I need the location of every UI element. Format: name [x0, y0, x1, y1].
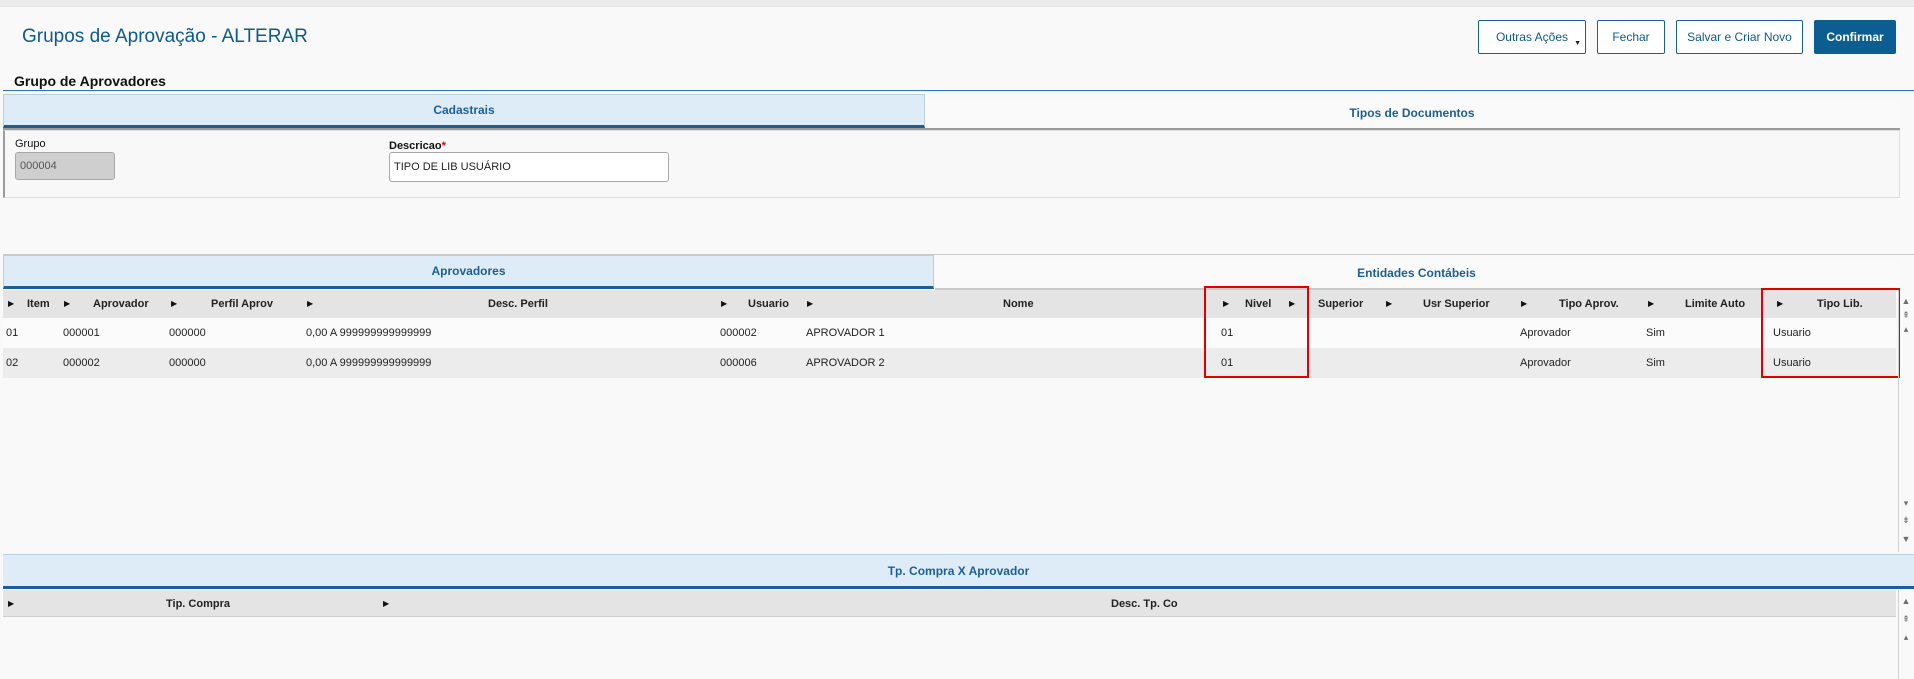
- cell-tipo-aprov: Aprovador: [1520, 357, 1571, 369]
- col-arrow-icon[interactable]: ▶: [8, 590, 14, 618]
- page-title: Grupos de Aprovação - ALTERAR: [22, 26, 308, 47]
- scroll-top-icon[interactable]: ▲: [1900, 594, 1912, 608]
- scroll-down-icon[interactable]: ▾: [1900, 496, 1912, 510]
- descricao-label: Descricao*: [389, 140, 446, 152]
- tab-entidades-contabeis[interactable]: Entidades Contábeis: [935, 258, 1898, 290]
- cell-aprovador: 000001: [63, 327, 100, 339]
- col-arrow-icon[interactable]: ▶: [307, 290, 313, 318]
- col-limite-auto[interactable]: Limite Auto: [1685, 290, 1745, 318]
- scroll-top-icon[interactable]: ▲: [1900, 294, 1912, 308]
- top-strip: [0, 0, 1914, 7]
- scroll-page-up-icon[interactable]: ⇞: [1900, 308, 1912, 322]
- cell-limite-auto: Sim: [1646, 327, 1665, 339]
- col-tipo-aprov[interactable]: Tipo Aprov.: [1559, 290, 1619, 318]
- section-title: Grupo de Aprovadores: [14, 73, 166, 89]
- cell-desc-perfil: 0,00 A 999999999999999: [306, 357, 432, 369]
- cell-aprovador: 000002: [63, 357, 100, 369]
- cell-usuario: 000002: [720, 327, 757, 339]
- outras-acoes-button[interactable]: Outras Ações ▼: [1478, 20, 1586, 54]
- scroll-up-icon[interactable]: ▴: [1900, 630, 1912, 644]
- descricao-label-text: Descricao: [389, 140, 442, 152]
- col-usr-superior[interactable]: Usr Superior: [1423, 290, 1490, 318]
- col-arrow-icon[interactable]: ▶: [807, 290, 813, 318]
- col-desc-tp-co[interactable]: Desc. Tp. Co: [1111, 590, 1178, 618]
- cell-perfil-aprov: 000000: [169, 327, 206, 339]
- cell-usuario: 000006: [720, 357, 757, 369]
- tab-tp-compra-x-aprovador[interactable]: Tp. Compra X Aprovador: [3, 554, 1914, 589]
- col-perfil-aprov[interactable]: Perfil Aprov: [211, 290, 273, 318]
- col-arrow-icon[interactable]: ▶: [721, 290, 727, 318]
- form-panel: [3, 130, 1900, 198]
- outras-acoes-label: Outras Ações: [1495, 30, 1569, 44]
- col-item[interactable]: Item: [27, 290, 50, 318]
- col-arrow-icon[interactable]: ▶: [1386, 290, 1392, 318]
- approvers-grid-header: ▶ Item ▶ Aprovador ▶ Perfil Aprov ▶ Desc…: [3, 290, 1896, 319]
- col-arrow-icon[interactable]: ▶: [171, 290, 177, 318]
- scroll-page-down-icon[interactable]: ⇟: [1900, 513, 1912, 527]
- fechar-button[interactable]: Fechar: [1597, 20, 1665, 54]
- table-row[interactable]: 01 000001 000000 0,00 A 999999999999999 …: [3, 318, 1896, 348]
- grupo-field[interactable]: 000004: [15, 152, 115, 180]
- scroll-page-up-icon[interactable]: ⇞: [1900, 612, 1912, 626]
- col-arrow-icon[interactable]: ▶: [1648, 290, 1654, 318]
- dropdown-caret-icon: ▼: [1574, 40, 1581, 47]
- grupo-label: Grupo: [15, 138, 46, 150]
- col-aprovador[interactable]: Aprovador: [93, 290, 149, 318]
- col-usuario[interactable]: Usuario: [748, 290, 789, 318]
- tab-aprovadores[interactable]: Aprovadores: [3, 255, 934, 289]
- required-mark: *: [441, 140, 446, 152]
- purchase-scrollbar-track: [1898, 590, 1899, 679]
- purchase-grid-header: ▶ Tip. Compra ▶ Desc. Tp. Co: [3, 590, 1896, 617]
- cell-item: 02: [6, 357, 19, 369]
- cell-nome: APROVADOR 1: [806, 327, 885, 339]
- cell-limite-auto: Sim: [1646, 357, 1665, 369]
- section-divider: [3, 90, 1914, 91]
- highlight-box-tipo-lib: [1761, 288, 1900, 378]
- salvar-criar-novo-button[interactable]: Salvar e Criar Novo: [1676, 20, 1803, 54]
- cell-nome: APROVADOR 2: [806, 357, 885, 369]
- col-arrow-icon[interactable]: ▶: [8, 290, 14, 318]
- tab-tipos-de-documentos[interactable]: Tipos de Documentos: [926, 98, 1898, 130]
- col-arrow-icon[interactable]: ▶: [64, 290, 70, 318]
- descricao-field[interactable]: TIPO DE LIB USUÁRIO: [389, 152, 669, 182]
- col-tip-compra[interactable]: Tip. Compra: [166, 590, 230, 618]
- scroll-bottom-icon[interactable]: ▼: [1900, 532, 1912, 546]
- col-desc-perfil[interactable]: Desc. Perfil: [488, 290, 548, 318]
- cell-item: 01: [6, 327, 19, 339]
- cell-tipo-aprov: Aprovador: [1520, 327, 1571, 339]
- highlight-box-nivel: [1204, 286, 1309, 378]
- confirmar-button[interactable]: Confirmar: [1814, 20, 1896, 54]
- table-row[interactable]: 02 000002 000000 0,00 A 999999999999999 …: [3, 348, 1896, 378]
- cell-desc-perfil: 0,00 A 999999999999999: [306, 327, 432, 339]
- scroll-up-icon[interactable]: ▴: [1900, 322, 1912, 336]
- col-arrow-icon[interactable]: ▶: [1521, 290, 1527, 318]
- col-arrow-icon[interactable]: ▶: [383, 590, 389, 618]
- cell-perfil-aprov: 000000: [169, 357, 206, 369]
- col-nome[interactable]: Nome: [1003, 290, 1034, 318]
- tab-cadastrais[interactable]: Cadastrais: [3, 94, 925, 128]
- approvers-scrollbar-track: [1898, 290, 1899, 552]
- col-superior[interactable]: Superior: [1318, 290, 1363, 318]
